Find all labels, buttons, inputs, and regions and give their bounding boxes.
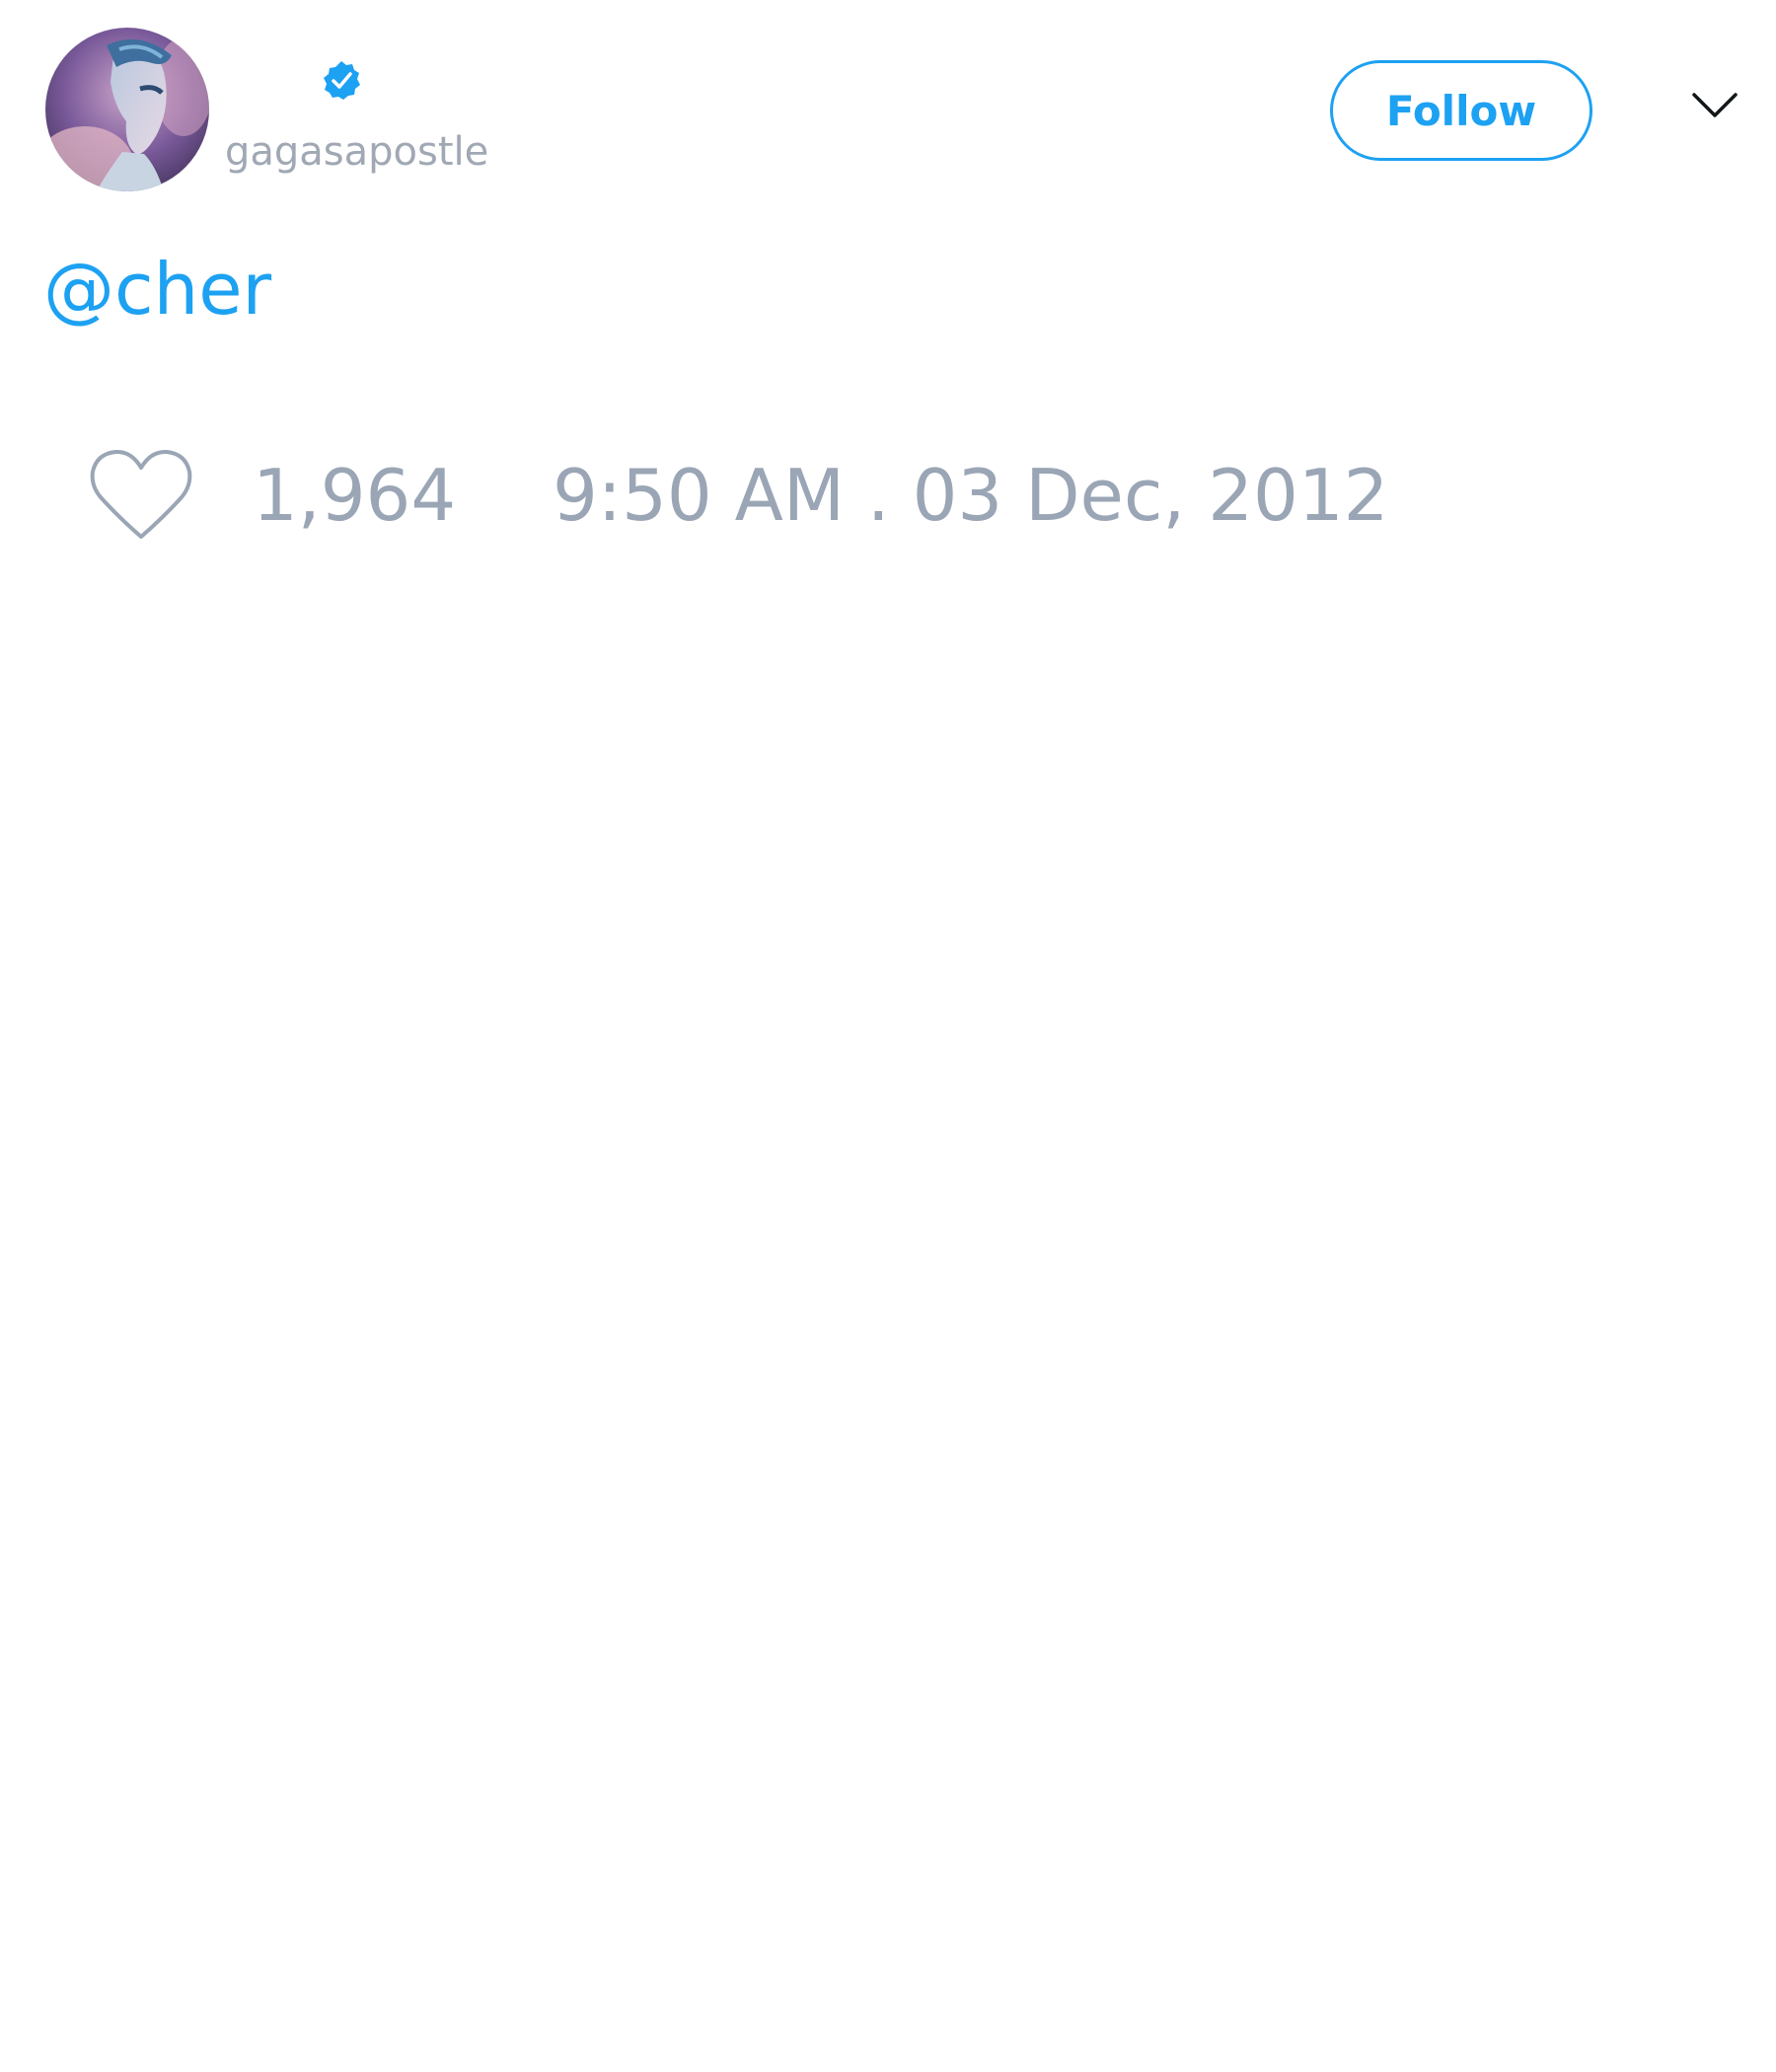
author-handle[interactable]: gagasapostle bbox=[225, 126, 488, 178]
like-count: 1,964 bbox=[253, 454, 457, 537]
follow-button[interactable]: Follow bbox=[1330, 60, 1592, 161]
tweet-card: gagasapostle Follow @cher 1,964 9:50 AM … bbox=[0, 0, 1776, 2072]
verified-badge-icon bbox=[320, 59, 363, 103]
chevron-down-icon[interactable] bbox=[1691, 91, 1739, 120]
tweet-text: @cher bbox=[43, 245, 271, 333]
heart-icon[interactable] bbox=[89, 448, 193, 543]
tweet-timestamp[interactable]: 9:50 AM . 03 Dec, 2012 bbox=[553, 452, 1388, 539]
mention-link[interactable]: @cher bbox=[43, 248, 271, 331]
avatar-image bbox=[45, 28, 209, 191]
author-avatar[interactable] bbox=[45, 28, 209, 191]
